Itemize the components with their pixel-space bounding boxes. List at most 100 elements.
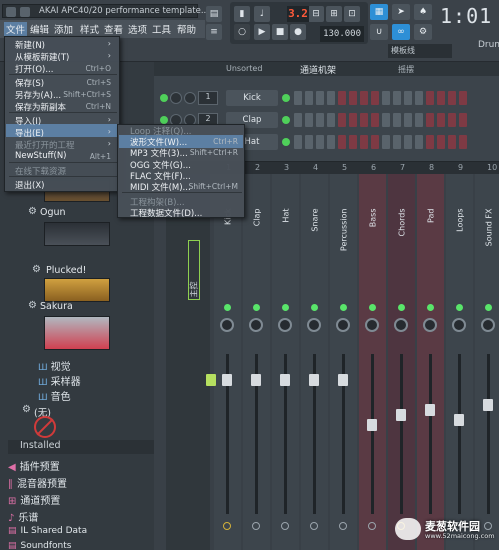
strip-route-icon[interactable] <box>310 522 318 530</box>
step-pad[interactable] <box>371 113 379 127</box>
strip-enable-led[interactable] <box>456 304 463 311</box>
step-pad[interactable] <box>349 113 357 127</box>
strip-enable-led[interactable] <box>253 304 260 311</box>
menu-patterns[interactable]: 样式 <box>80 22 99 36</box>
step-pad[interactable] <box>305 113 313 127</box>
file-menu-item[interactable]: 在线下载资源 <box>15 165 66 177</box>
metronome-icon[interactable]: ♩ <box>254 6 270 22</box>
plugin-item-ogun[interactable]: Ogun <box>40 207 66 218</box>
strip-route-icon[interactable] <box>252 522 260 530</box>
step-pad[interactable] <box>327 113 335 127</box>
step-pad[interactable] <box>305 135 313 149</box>
step-pad[interactable] <box>338 113 346 127</box>
step-pad[interactable] <box>360 91 368 105</box>
strip-route-icon[interactable] <box>281 522 289 530</box>
mixer-strip[interactable]: Percussion <box>330 174 357 550</box>
strip-route-icon[interactable] <box>223 522 231 530</box>
browser-plugin-presets[interactable]: ◀ 插件预置 <box>8 458 60 473</box>
step-pad[interactable] <box>327 135 335 149</box>
settings-icon[interactable]: ⚙ <box>414 24 432 40</box>
pan-knob[interactable] <box>307 318 321 332</box>
strip-enable-led[interactable] <box>485 304 492 311</box>
file-menu-item[interactable]: 导入(I) <box>15 115 41 127</box>
volume-fader[interactable] <box>454 414 464 426</box>
hat-icon[interactable]: ♠ <box>414 4 432 20</box>
menu-add[interactable]: 添加 <box>54 22 73 36</box>
mixer-strip[interactable]: Loops <box>446 174 473 550</box>
plugin-item-sakura[interactable]: Sakura <box>40 301 73 312</box>
step-pad[interactable] <box>459 113 467 127</box>
step-pad[interactable] <box>371 91 379 105</box>
step-pad[interactable] <box>371 135 379 149</box>
step-pad[interactable] <box>382 135 390 149</box>
file-menu-item[interactable]: 另存为(A)... <box>15 89 61 101</box>
step-pad[interactable] <box>360 113 368 127</box>
snap-select[interactable]: 模板线 <box>388 44 452 58</box>
browser-mixer-presets[interactable]: ∥ 混音器预置 <box>8 475 67 490</box>
menu-file[interactable]: 文件 <box>4 22 28 36</box>
channel-led[interactable] <box>160 94 168 102</box>
pan-knob[interactable] <box>249 318 263 332</box>
channel-select-led[interactable] <box>282 116 290 124</box>
countdown-icon[interactable]: ⊞ <box>326 6 342 22</box>
pan-knob[interactable] <box>365 318 379 332</box>
mixer-strip[interactable]: Snare <box>301 174 328 550</box>
browser-shared-data[interactable]: ▤ IL Shared Data <box>8 526 87 536</box>
strip-enable-led[interactable] <box>224 304 231 311</box>
browser-soundfonts[interactable]: ▤ Soundfonts <box>8 541 71 550</box>
link-icon[interactable]: ∞ <box>392 24 410 40</box>
step-pad[interactable] <box>349 135 357 149</box>
file-menu-item[interactable]: 打开(O)... <box>15 63 53 75</box>
strip-enable-led[interactable] <box>369 304 376 311</box>
step-pad[interactable] <box>437 91 445 105</box>
strip-enable-led[interactable] <box>340 304 347 311</box>
volume-fader[interactable] <box>309 374 319 386</box>
tempo-display[interactable]: 130.000 <box>320 26 364 42</box>
mixer-strip[interactable]: Kick <box>214 174 241 550</box>
play-button[interactable]: ▶ <box>254 24 270 40</box>
step-pad[interactable] <box>426 113 434 127</box>
volume-fader[interactable] <box>338 374 348 386</box>
strip-enable-led[interactable] <box>311 304 318 311</box>
wait-icon[interactable]: ⊟ <box>308 6 324 22</box>
export-menu-item[interactable]: 工程数据文件(D)... <box>130 207 202 219</box>
step-pad[interactable] <box>382 91 390 105</box>
browser-scores[interactable]: ♪ 乐谱 <box>8 509 38 524</box>
step-pad[interactable] <box>316 113 324 127</box>
browser-category-visual[interactable]: Ш 视觉 <box>38 358 71 373</box>
file-menu-item[interactable]: 退出(X) <box>15 179 44 191</box>
pan-knob[interactable] <box>423 318 437 332</box>
browser-category-sampler[interactable]: Ш 采样器 <box>38 373 81 388</box>
volume-fader[interactable] <box>222 374 232 386</box>
menu-edit[interactable]: 编辑 <box>30 22 49 36</box>
strip-route-icon[interactable] <box>339 522 347 530</box>
pan-knob[interactable] <box>452 318 466 332</box>
channel-number[interactable]: 1 <box>198 91 218 105</box>
pattern-song-toggle[interactable]: ≡ <box>206 24 222 40</box>
menu-help[interactable]: 帮助 <box>177 22 196 36</box>
volume-knob[interactable] <box>184 92 196 104</box>
step-pad[interactable] <box>382 113 390 127</box>
pan-knob[interactable] <box>481 318 495 332</box>
step-pad[interactable] <box>360 135 368 149</box>
loop-record-icon[interactable]: ⊡ <box>344 6 360 22</box>
volume-fader[interactable] <box>280 374 290 386</box>
mixer-strip[interactable]: Chords <box>388 174 415 550</box>
channel-select-led[interactable] <box>282 94 290 102</box>
file-menu-item[interactable]: 保存为新副本 <box>15 101 66 113</box>
step-pad[interactable] <box>437 135 445 149</box>
step-pad[interactable] <box>459 135 467 149</box>
browser-installed[interactable]: Installed <box>8 440 154 454</box>
step-pad[interactable] <box>294 91 302 105</box>
step-pad[interactable] <box>426 91 434 105</box>
step-pad[interactable] <box>426 135 434 149</box>
pan-knob[interactable] <box>394 318 408 332</box>
step-pad[interactable] <box>448 113 456 127</box>
mixer-strip[interactable]: Hat <box>272 174 299 550</box>
pan-knob[interactable] <box>278 318 292 332</box>
step-pad[interactable] <box>437 113 445 127</box>
stop-button[interactable]: ■ <box>272 24 288 40</box>
mixer-strip[interactable]: Bass <box>359 174 386 550</box>
step-pad[interactable] <box>404 91 412 105</box>
channel-led[interactable] <box>160 116 168 124</box>
